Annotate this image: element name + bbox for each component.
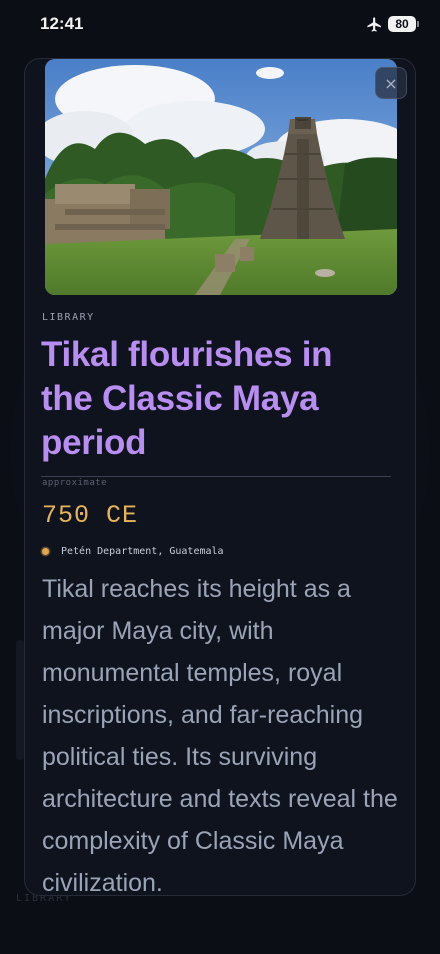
close-button[interactable]: × [375, 67, 407, 99]
battery-tip [417, 21, 419, 27]
status-bar: 12:41 80 [0, 0, 440, 50]
event-date: 750 CE [42, 501, 139, 530]
background-panel-edge [16, 640, 24, 760]
event-description: Tikal reaches its height as a major Maya… [42, 575, 398, 896]
date-qualifier: approximate [42, 478, 108, 488]
category-label: LIBRARY [42, 312, 95, 323]
close-icon: × [384, 73, 398, 93]
battery-level: 80 [395, 17, 409, 31]
location-text: Petén Department, Guatemala [61, 546, 224, 557]
hero-image [45, 59, 397, 295]
title-divider [41, 476, 391, 477]
status-time: 12:41 [40, 14, 84, 33]
event-title: Tikal flourishes in the Classic Maya per… [41, 335, 333, 462]
event-detail-card: × LIBRARY Tikal flourishes in the Classi… [24, 58, 416, 896]
battery-indicator: 80 [388, 16, 419, 32]
event-location: Petén Department, Guatemala [42, 546, 224, 557]
location-dot-icon [42, 548, 49, 555]
airplane-mode-icon [367, 17, 381, 32]
tikal-temple-illustration [45, 59, 397, 295]
